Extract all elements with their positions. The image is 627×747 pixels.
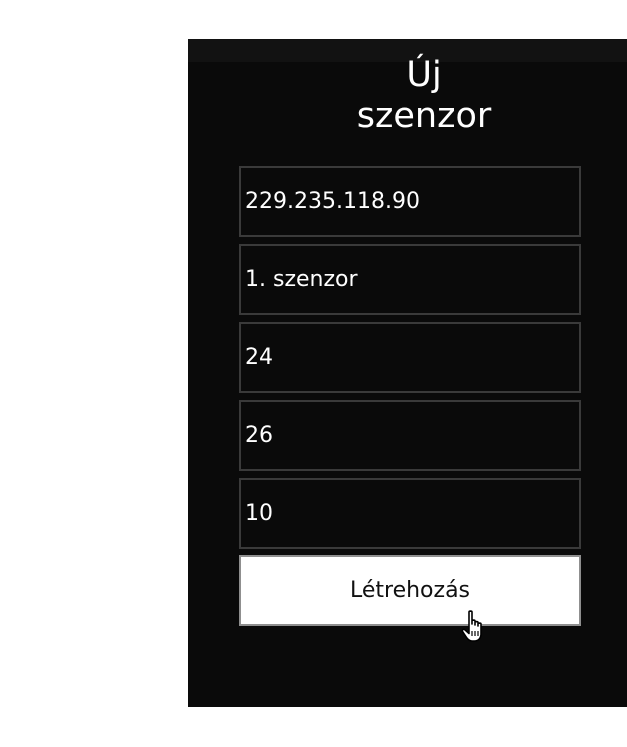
new-sensor-form: Létrehozás <box>239 166 581 626</box>
sensor-value-input-3[interactable] <box>239 478 581 549</box>
form-title: Új szenzor <box>188 55 627 137</box>
hand-pointer-icon <box>461 610 482 642</box>
new-sensor-panel: Új szenzor Létrehozás <box>188 39 627 707</box>
form-title-line-1: Új <box>406 55 442 95</box>
ip-address-input[interactable] <box>239 166 581 237</box>
sensor-value-input-2[interactable] <box>239 400 581 471</box>
form-title-line-2: szenzor <box>356 96 492 136</box>
create-button[interactable]: Létrehozás <box>239 555 581 626</box>
sensor-name-input[interactable] <box>239 244 581 315</box>
sensor-value-input-1[interactable] <box>239 322 581 393</box>
